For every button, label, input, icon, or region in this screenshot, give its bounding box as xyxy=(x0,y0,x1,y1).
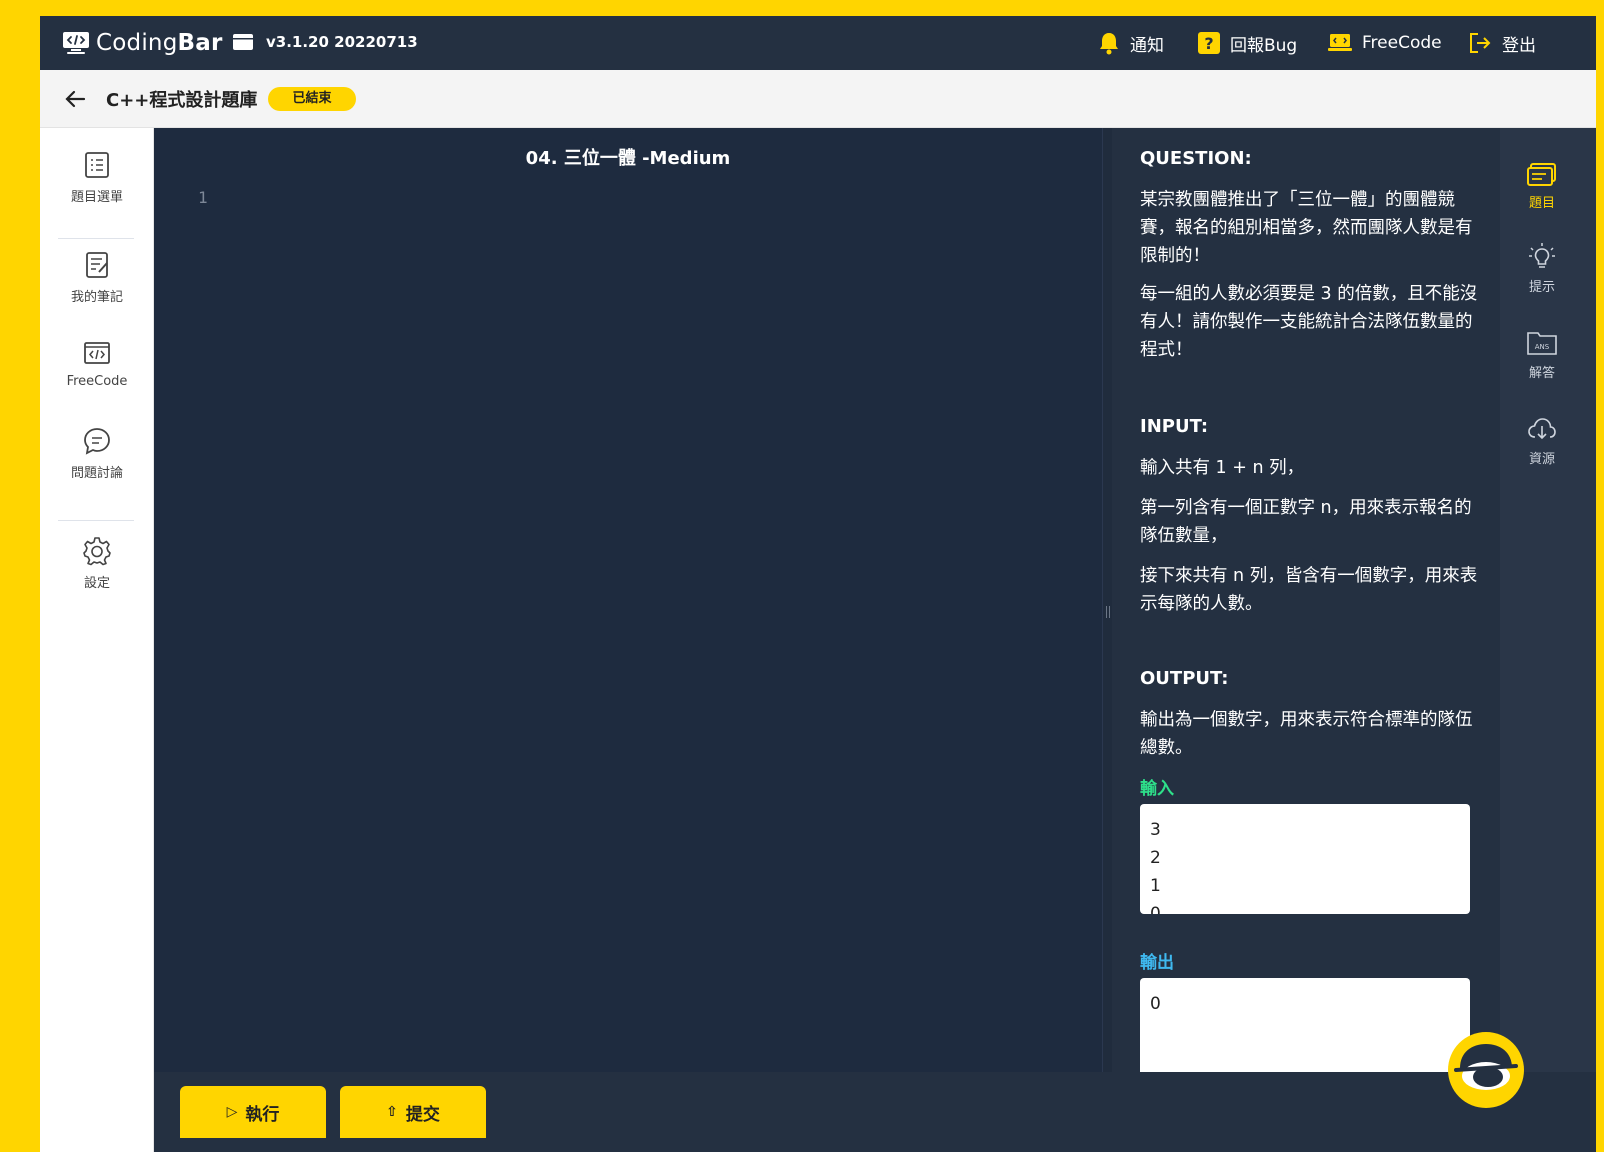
app-window: CodingBar v3.1.20 20220713 通知 ? 回報Bug Fr… xyxy=(40,16,1596,1152)
window-icon xyxy=(233,34,253,50)
sample-input-line: 1 xyxy=(1150,876,1161,896)
notes-icon xyxy=(86,252,108,278)
sample-input-label: 輸入 xyxy=(1140,779,1174,799)
question-paragraph-1: 某宗教團體推出了「三位一體」的團體競賽，報名的組別相當多，然而團隊人數是有限制的… xyxy=(1140,190,1473,266)
submit-button[interactable]: ⇧ 提交 xyxy=(340,1086,486,1138)
svg-text:ANS: ANS xyxy=(1535,343,1550,351)
codingbar-logo-icon xyxy=(63,32,89,54)
run-label: 執行 xyxy=(245,1104,280,1125)
bell-icon xyxy=(1100,33,1118,55)
grip-icon xyxy=(1106,606,1110,618)
tab-label: 題目 xyxy=(1528,196,1555,211)
report-bug-button[interactable]: ? 回報Bug xyxy=(1198,29,1297,57)
sidebar-item-label: 我的筆記 xyxy=(70,290,123,305)
sidebar-item-question-menu[interactable]: 題目選單 xyxy=(40,150,154,230)
input-paragraph-2: 第一列含有一個正數字 n，用來表示報名的隊伍數量， xyxy=(1140,498,1472,546)
sidebar-item-label: 設定 xyxy=(83,576,110,591)
sample-output-line: 0 xyxy=(1150,994,1161,1014)
logout-button[interactable]: 登出 xyxy=(1468,29,1536,57)
upload-icon: ⇧ xyxy=(386,1104,398,1120)
play-icon: ▷ xyxy=(226,1104,238,1120)
question-icon: ? xyxy=(1198,32,1220,54)
freecode-laptop-icon xyxy=(1328,34,1352,51)
line-number: 1 xyxy=(198,188,208,207)
sidebar-divider xyxy=(58,520,134,521)
bottom-action-bar: ▷ 執行 ⇧ 提交 xyxy=(154,1072,1596,1152)
gear-icon xyxy=(83,537,111,566)
chat-icon xyxy=(84,428,110,455)
tab-question[interactable]: 題目 xyxy=(1500,158,1584,211)
top-bar: CodingBar v3.1.20 20220713 通知 ? 回報Bug Fr… xyxy=(40,16,1596,70)
input-heading: INPUT: xyxy=(1140,416,1209,437)
sample-output-label: 輸出 xyxy=(1140,953,1174,973)
question-paragraph-2: 每一組的人數必須要是 3 的倍數，且不能沒有人！請你製作一支能統計合法隊伍數量的… xyxy=(1140,284,1478,360)
notify-button[interactable]: 通知 xyxy=(1098,29,1164,57)
lightbulb-icon xyxy=(1529,243,1555,268)
right-tab-bar: 題目 提示 ANS 解答 資源 xyxy=(1500,128,1596,1072)
breadcrumb-bar: C++程式設計題庫 已結束 xyxy=(40,70,1596,128)
svg-text:?: ? xyxy=(1204,34,1213,53)
question-card-icon xyxy=(1527,163,1556,186)
brand[interactable]: CodingBar xyxy=(62,26,223,60)
freecode-nav-button[interactable]: FreeCode xyxy=(1328,29,1442,57)
sidebar-item-label: FreeCode xyxy=(66,374,128,389)
version-label: v3.1.20 20220713 xyxy=(266,33,418,51)
sample-input-box[interactable]: 3 2 1 0 xyxy=(1140,804,1470,914)
brand-name: CodingBar xyxy=(96,30,223,56)
mascot-assistant-icon[interactable] xyxy=(1446,1030,1526,1110)
question-heading: QUESTION: xyxy=(1140,148,1252,169)
input-paragraph-3: 接下來共有 n 列，皆含有一個數字，用來表示每隊的人數。 xyxy=(1140,566,1478,614)
course-title: C++程式設計題庫 xyxy=(106,90,258,111)
list-icon xyxy=(85,152,109,178)
run-button[interactable]: ▷ 執行 xyxy=(180,1086,326,1138)
tab-answer[interactable]: ANS 解答 xyxy=(1500,328,1584,381)
answer-folder-icon: ANS xyxy=(1527,332,1557,355)
sidebar-item-label: 題目選單 xyxy=(70,190,123,205)
code-editor[interactable]: 04. 三位一體 -Medium 1 xyxy=(154,128,1102,1072)
sidebar-divider xyxy=(58,238,134,239)
logout-icon xyxy=(1470,33,1491,53)
report-bug-label: 回報Bug xyxy=(1230,35,1298,56)
tab-label: 解答 xyxy=(1528,366,1555,381)
freecode-nav-label: FreeCode xyxy=(1362,33,1442,53)
sidebar-item-settings[interactable]: 設定 xyxy=(40,536,154,616)
input-paragraph-1: 輸入共有 1 + n 列， xyxy=(1140,458,1305,478)
sample-output-box[interactable]: 0 xyxy=(1140,978,1470,1072)
sidebar-item-label: 問題討論 xyxy=(70,466,123,481)
sidebar-item-discussion[interactable]: 問題討論 xyxy=(40,426,154,506)
submit-label: 提交 xyxy=(405,1104,440,1125)
sample-input-line: 0 xyxy=(1150,904,1161,914)
sample-input-line: 2 xyxy=(1150,848,1161,868)
cloud-download-icon xyxy=(1528,418,1556,440)
sidebar-item-notes[interactable]: 我的筆記 xyxy=(40,250,154,330)
tab-resources[interactable]: 資源 xyxy=(1500,414,1584,467)
left-sidebar: 題目選單 我的筆記 FreeCode 問題討論 設定 xyxy=(40,128,154,1152)
output-paragraph-1: 輸出為一個數字，用來表示符合標準的隊伍總數。 xyxy=(1140,710,1473,758)
sample-input-line: 3 xyxy=(1150,820,1161,840)
tab-label: 提示 xyxy=(1528,280,1555,295)
code-icon xyxy=(84,342,110,364)
status-badge: 已結束 xyxy=(268,87,356,111)
notify-label: 通知 xyxy=(1130,35,1164,56)
back-arrow-icon[interactable] xyxy=(62,86,88,112)
logout-label: 登出 xyxy=(1502,35,1536,56)
problem-title: 04. 三位一體 -Medium xyxy=(525,148,731,169)
question-panel: QUESTION: 某宗教團體推出了「三位一體」的團體競賽，報名的組別相當多，然… xyxy=(1112,128,1500,1072)
tab-label: 資源 xyxy=(1528,452,1555,467)
tab-hint[interactable]: 提示 xyxy=(1500,242,1584,295)
panel-resize-handle[interactable] xyxy=(1102,128,1112,1072)
output-heading: OUTPUT: xyxy=(1140,668,1229,689)
sidebar-item-freecode[interactable]: FreeCode xyxy=(40,338,154,418)
